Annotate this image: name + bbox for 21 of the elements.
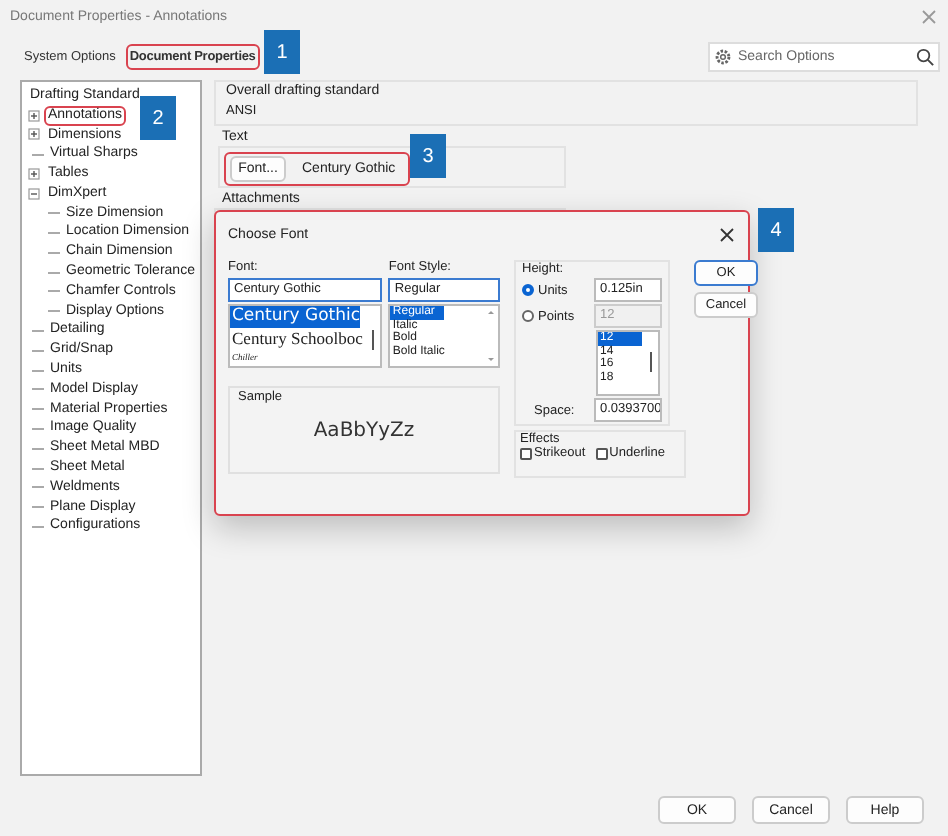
- callout-badge: 4: [758, 208, 794, 252]
- gear-icon: [714, 47, 732, 65]
- list-item[interactable]: Century Schoolboc: [230, 328, 369, 350]
- toggle-icon[interactable]: [28, 187, 40, 200]
- radio-button[interactable]: [522, 284, 534, 296]
- radio-button[interactable]: [522, 310, 534, 322]
- toggle-icon[interactable]: [28, 109, 40, 122]
- checkbox[interactable]: [520, 447, 532, 459]
- sample-text: AaBbYyZz: [313, 420, 415, 442]
- checkbox[interactable]: [595, 447, 608, 459]
- callout-badge: 3: [410, 134, 446, 178]
- toggle-icon[interactable]: [28, 168, 40, 181]
- toggle-icon[interactable]: [28, 128, 40, 141]
- search-icon[interactable]: [916, 47, 934, 65]
- scrollbar[interactable]: [650, 352, 652, 372]
- callout-badge: 2: [140, 96, 176, 140]
- scrollbar[interactable]: [486, 306, 496, 366]
- callout-badge: 1: [264, 30, 300, 74]
- scrollbar[interactable]: [372, 330, 375, 350]
- close-icon[interactable]: [720, 227, 734, 241]
- list-item[interactable]: Century Gothic: [230, 306, 361, 328]
